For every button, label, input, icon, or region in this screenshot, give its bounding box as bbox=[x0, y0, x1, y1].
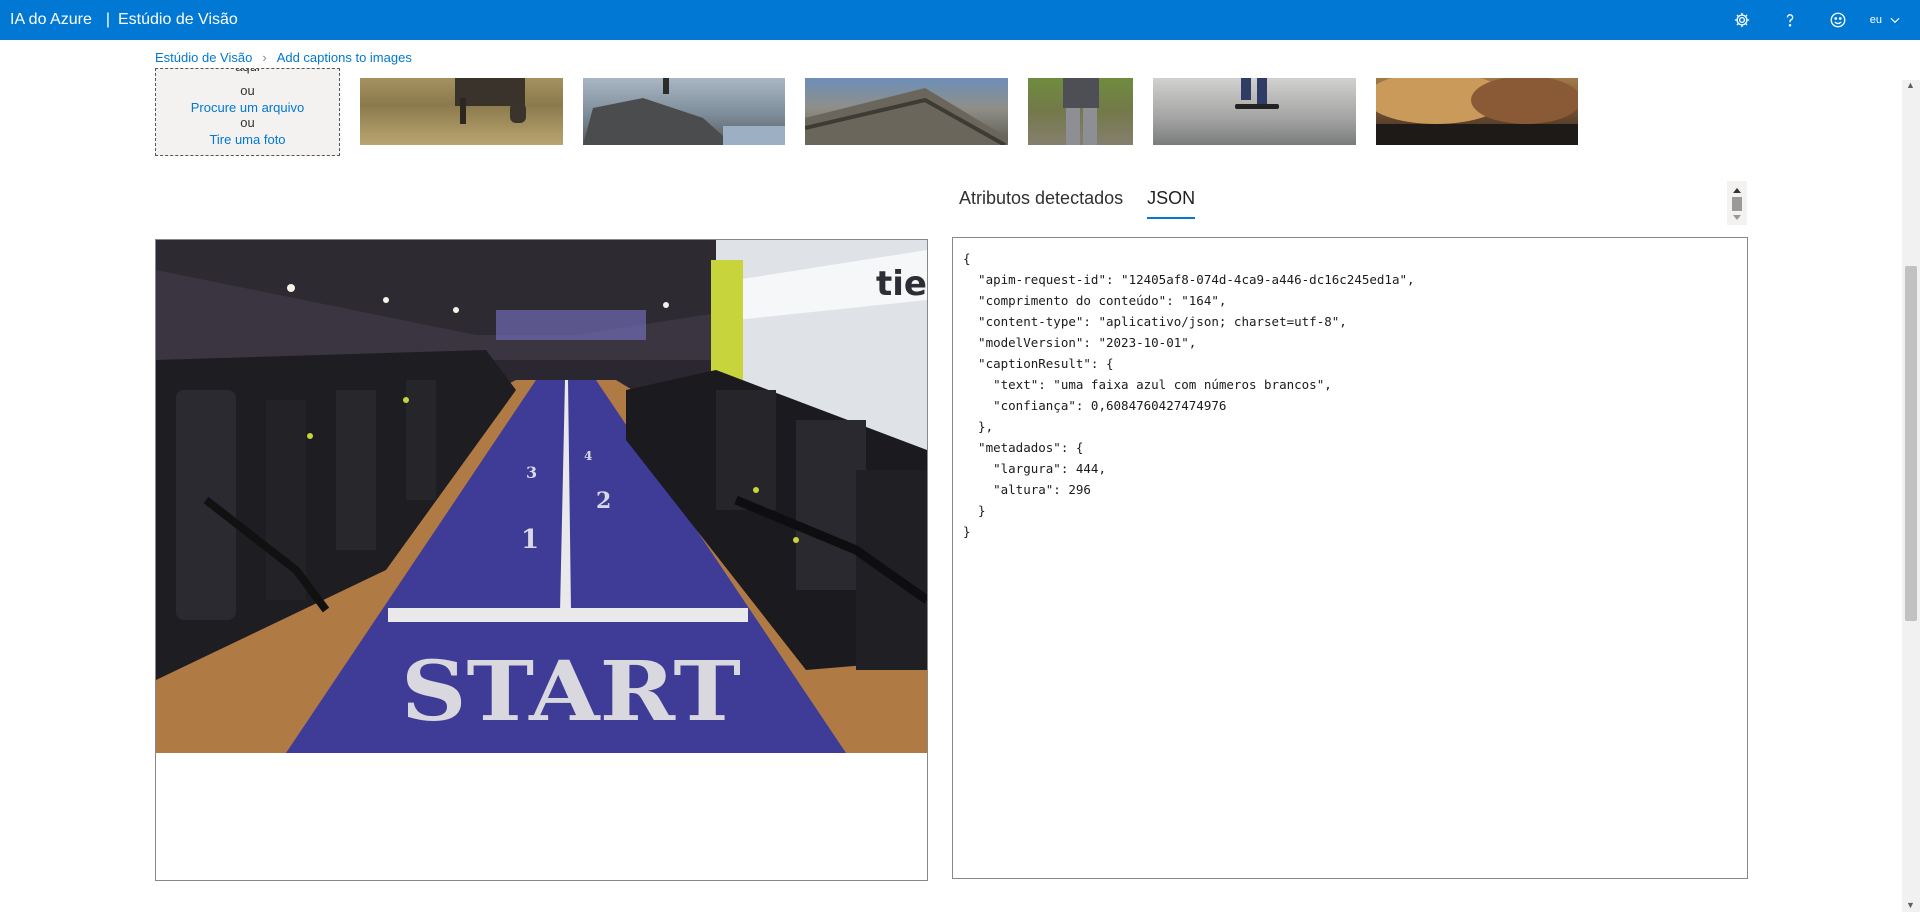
breadcrumb-chevron-icon: › bbox=[262, 50, 267, 65]
wall-sign-text: tie bbox=[876, 264, 927, 304]
analyzed-image-frame: tie 1 2 3 4 START bbox=[155, 239, 928, 881]
breadcrumb-root[interactable]: Estúdio de Visão bbox=[155, 50, 252, 65]
json-result-panel[interactable]: { "apim-request-id": "12405af8-074d-4ca9… bbox=[952, 237, 1748, 879]
tabs-scrollbar[interactable] bbox=[1727, 181, 1747, 225]
upload-or-2: ou bbox=[240, 115, 255, 130]
product-name[interactable]: IA do Azure bbox=[10, 11, 92, 29]
sample-thumbnail-cow[interactable] bbox=[360, 78, 563, 145]
sample-thumbnail-building[interactable] bbox=[805, 78, 1008, 145]
sample-thumbnail-rock[interactable] bbox=[583, 78, 785, 145]
upload-dropzone[interactable]: aqui ou Procure um arquivo ou Tire uma f… bbox=[155, 68, 340, 156]
brand-separator: | bbox=[105, 11, 110, 28]
json-line: "altura": 296 bbox=[963, 482, 1091, 497]
tab-json[interactable]: JSON bbox=[1147, 188, 1196, 219]
floor-start-text: START bbox=[401, 644, 741, 740]
result-tabs: Atributos detectados JSON bbox=[959, 188, 1196, 219]
page-scrollbar[interactable]: ▲ ▼ bbox=[1902, 80, 1920, 912]
floor-number-1: 1 bbox=[521, 525, 539, 555]
top-icons: eu bbox=[1718, 0, 1920, 40]
upload-drop-text: aqui bbox=[156, 69, 339, 74]
gear-icon[interactable] bbox=[1718, 0, 1766, 40]
json-line: "confiança": 0,6084760427474976 bbox=[963, 398, 1227, 413]
scroll-down-arrow-icon[interactable]: ▼ bbox=[1906, 900, 1915, 910]
browse-file-link[interactable]: Procure um arquivo bbox=[156, 100, 339, 115]
user-menu[interactable]: eu bbox=[1862, 0, 1920, 40]
json-line: "largura": 444, bbox=[963, 461, 1106, 476]
studio-name[interactable]: Estúdio de Visão bbox=[118, 11, 238, 29]
top-bar: IA do Azure | Estúdio de Visão eu bbox=[0, 0, 1920, 40]
page-scroll-thumb[interactable] bbox=[1905, 266, 1917, 621]
json-line: { bbox=[963, 251, 971, 266]
json-line: "captionResult": { bbox=[963, 356, 1114, 371]
json-line: "content-type": "aplicativo/json; charse… bbox=[963, 314, 1347, 329]
sample-thumbnail-player[interactable] bbox=[1028, 78, 1133, 145]
json-line: "apim-request-id": "12405af8-074d-4ca9-a… bbox=[963, 272, 1415, 287]
analyzed-image: tie 1 2 3 4 START bbox=[156, 240, 927, 753]
brand: IA do Azure | Estúdio de Visão bbox=[10, 0, 238, 40]
json-line: } bbox=[963, 503, 986, 518]
take-photo-link[interactable]: Tire uma foto bbox=[156, 132, 339, 147]
user-label: eu bbox=[1869, 14, 1882, 26]
upload-or-1: ou bbox=[240, 83, 255, 98]
json-line: "comprimento do conteúdo": "164", bbox=[963, 293, 1227, 308]
chevron-down-icon bbox=[1890, 17, 1900, 24]
breadcrumb-current[interactable]: Add captions to images bbox=[277, 50, 412, 65]
help-icon[interactable] bbox=[1766, 0, 1814, 40]
json-line: "metadados": { bbox=[963, 440, 1084, 455]
sample-thumbnail-food[interactable] bbox=[1376, 78, 1578, 145]
smiley-icon[interactable] bbox=[1814, 0, 1862, 40]
sample-thumbnail-skater[interactable] bbox=[1153, 78, 1356, 145]
json-line: } bbox=[963, 524, 971, 539]
floor-number-3: 3 bbox=[526, 463, 537, 482]
json-line: "text": "uma faixa azul com números bran… bbox=[963, 377, 1332, 392]
json-line: "modelVersion": "2023-10-01", bbox=[963, 335, 1197, 350]
floor-number-4: 4 bbox=[584, 449, 592, 463]
json-line: }, bbox=[963, 419, 994, 434]
tab-detected-attributes[interactable]: Atributos detectados bbox=[959, 188, 1123, 219]
scroll-up-arrow-icon[interactable]: ▲ bbox=[1906, 80, 1915, 90]
breadcrumb: Estúdio de Visão › Add captions to image… bbox=[155, 50, 412, 65]
floor-number-2: 2 bbox=[596, 488, 611, 514]
